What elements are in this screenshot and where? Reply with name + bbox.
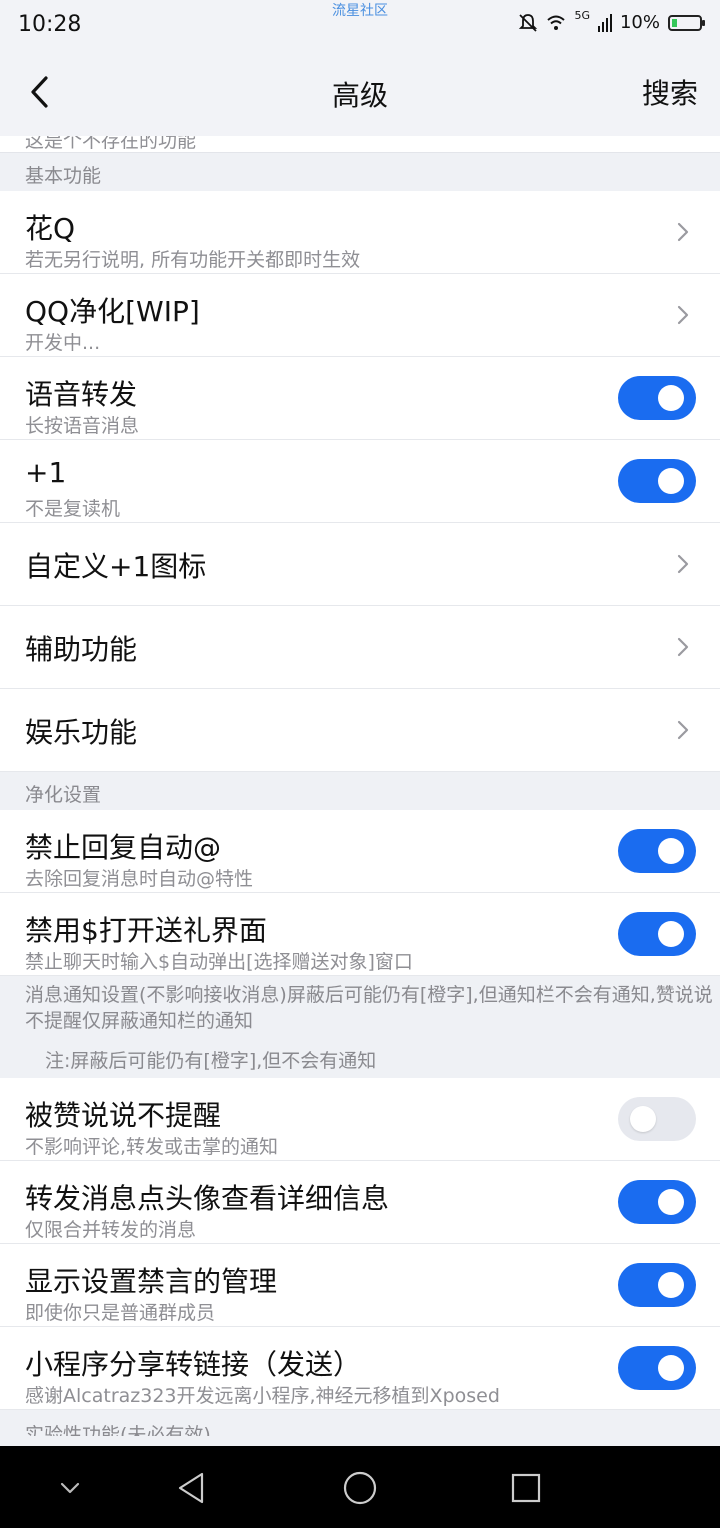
system-nav-bar bbox=[0, 1446, 720, 1528]
toggle-knob bbox=[658, 1189, 684, 1215]
setting-title: 娱乐功能 bbox=[25, 716, 138, 749]
setting-row[interactable]: +1 不是复读机 bbox=[0, 440, 720, 523]
chevron-down-icon[interactable] bbox=[50, 1468, 90, 1508]
chevron-right-icon bbox=[677, 637, 689, 657]
setting-row[interactable]: 显示设置禁言的管理即使你只是普通群成员 bbox=[0, 1244, 720, 1327]
toggle-knob bbox=[658, 1272, 684, 1298]
setting-subtitle: 感谢Alcatraz323开发远离小程序,神经元移植到Xposed bbox=[25, 1385, 500, 1407]
recents-square-icon[interactable] bbox=[506, 1468, 546, 1508]
setting-title: 禁用$打开送礼界面 bbox=[25, 914, 267, 947]
setting-subtitle: 不影响评论,转发或击掌的通知 bbox=[25, 1136, 279, 1158]
peek-text: 这是个不存在的功能 bbox=[25, 136, 197, 152]
notify-items: 被赞说说不提醒不影响评论,转发或击掌的通知转发消息点头像查看详细信息仅限合并转发… bbox=[0, 1078, 720, 1410]
chevron-right-icon bbox=[677, 222, 689, 242]
section-header-basic: 基本功能 bbox=[0, 153, 720, 191]
setting-row[interactable]: 娱乐功能 bbox=[0, 689, 720, 772]
page-title: 高级 bbox=[331, 79, 388, 112]
setting-row[interactable]: 自定义+1图标 bbox=[0, 523, 720, 606]
toggle-switch[interactable] bbox=[618, 1263, 696, 1307]
setting-title: QQ净化[WIP] bbox=[25, 295, 200, 328]
home-circle-icon[interactable] bbox=[340, 1468, 380, 1508]
setting-title: 花Q bbox=[25, 212, 76, 245]
toggle-knob bbox=[658, 385, 684, 411]
setting-row[interactable]: 语音转发长按语音消息 bbox=[0, 357, 720, 440]
search-button[interactable]: 搜索 bbox=[642, 72, 698, 112]
toggle-knob bbox=[630, 1106, 656, 1132]
toggle-switch[interactable] bbox=[618, 376, 696, 420]
toggle-switch[interactable] bbox=[618, 1346, 696, 1390]
peek-row: 这是个不存在的功能 bbox=[0, 136, 720, 153]
toggle-switch[interactable] bbox=[618, 912, 696, 956]
status-bar: 10:28 流星社区 5G 10% bbox=[0, 0, 720, 52]
section-header-purify: 净化设置 bbox=[0, 772, 720, 810]
signal-icon bbox=[597, 13, 612, 32]
setting-row[interactable]: 小程序分享转链接（发送） 感谢Alcatraz323开发远离小程序,神经元移植到X… bbox=[0, 1327, 720, 1410]
setting-subtitle: 开发中... bbox=[25, 332, 101, 354]
setting-row[interactable]: 被赞说说不提醒不影响评论,转发或击掌的通知 bbox=[0, 1078, 720, 1161]
status-icons: 5G 10% bbox=[518, 9, 705, 33]
notification-notice: 消息通知设置(不影响接收消息)屏蔽后可能仍有[橙字],但通知栏不会有通知,赞说说… bbox=[0, 976, 720, 1078]
section-label: 实验性功能(未必有效) bbox=[25, 1424, 211, 1436]
chevron-right-icon bbox=[677, 305, 689, 325]
toggle-knob bbox=[658, 468, 684, 494]
setting-row[interactable]: QQ净化[WIP] 开发中... bbox=[0, 274, 720, 357]
toggle-switch[interactable] bbox=[618, 459, 696, 503]
setting-row[interactable]: 花Q 若无另行说明, 所有功能开关都即时生效 bbox=[0, 191, 720, 274]
toggle-knob bbox=[658, 1355, 684, 1381]
setting-title: 被赞说说不提醒 bbox=[25, 1099, 222, 1132]
chevron-right-icon bbox=[677, 554, 689, 574]
setting-subtitle: 若无另行说明, 所有功能开关都即时生效 bbox=[25, 249, 361, 271]
bell-mute-icon bbox=[519, 13, 538, 32]
back-triangle-icon[interactable] bbox=[172, 1468, 212, 1508]
section-label: 净化设置 bbox=[25, 784, 102, 806]
setting-title: 禁止回复自动@ bbox=[25, 831, 222, 864]
section-header-experimental: 实验性功能(未必有效) bbox=[0, 1410, 720, 1436]
setting-row[interactable]: 禁用$打开送礼界面禁止聊天时输入$自动弹出[选择赠送对象]窗口 bbox=[0, 893, 720, 976]
setting-subtitle: 仅限合并转发的消息 bbox=[25, 1219, 197, 1241]
title-bar: 高级 搜索 bbox=[0, 52, 720, 136]
toggle-knob bbox=[658, 838, 684, 864]
settings-list[interactable]: 这是个不存在的功能 基本功能 花Q 若无另行说明, 所有功能开关都即时生效 QQ净化… bbox=[0, 136, 720, 1436]
setting-title: 显示设置禁言的管理 bbox=[25, 1265, 278, 1298]
setting-title: 辅助功能 bbox=[25, 633, 138, 666]
notice-note: 注:屏蔽后可能仍有[橙字],但不会有通知 bbox=[45, 1050, 377, 1072]
setting-row[interactable]: 转发消息点头像查看详细信息仅限合并转发的消息 bbox=[0, 1161, 720, 1244]
setting-title: 转发消息点头像查看详细信息 bbox=[25, 1182, 390, 1215]
section-label: 基本功能 bbox=[25, 165, 102, 187]
setting-row[interactable]: 禁止回复自动@ 去除回复消息时自动@特性 bbox=[0, 810, 720, 893]
notice-text: 消息通知设置(不影响接收消息)屏蔽后可能仍有[橙字],但通知栏不会有通知,赞说说… bbox=[25, 984, 713, 1032]
setting-row[interactable]: 辅助功能 bbox=[0, 606, 720, 689]
setting-subtitle: 即使你只是普通群成员 bbox=[25, 1302, 216, 1324]
purify-items: 禁止回复自动@ 去除回复消息时自动@特性禁用$打开送礼界面禁止聊天时输入$自动弹出… bbox=[0, 810, 720, 976]
chevron-right-icon bbox=[677, 720, 689, 740]
setting-title: 自定义+1图标 bbox=[25, 550, 207, 583]
setting-subtitle: 长按语音消息 bbox=[25, 415, 140, 437]
setting-subtitle: 禁止聊天时输入$自动弹出[选择赠送对象]窗口 bbox=[25, 951, 413, 973]
setting-title: 语音转发 bbox=[25, 378, 138, 411]
wifi-icon bbox=[547, 15, 566, 30]
basic-items: 花Q 若无另行说明, 所有功能开关都即时生效 QQ净化[WIP] 开发中... 语音转发… bbox=[0, 191, 720, 772]
setting-title: +1 bbox=[25, 456, 67, 489]
setting-title: 小程序分享转链接（发送） bbox=[25, 1348, 362, 1381]
toggle-switch[interactable] bbox=[618, 1097, 696, 1141]
setting-subtitle: 去除回复消息时自动@特性 bbox=[25, 868, 254, 890]
network-type: 5G bbox=[574, 9, 590, 22]
toggle-knob bbox=[658, 921, 684, 947]
battery-icon bbox=[668, 14, 705, 31]
toggle-switch[interactable] bbox=[618, 829, 696, 873]
setting-subtitle: 不是复读机 bbox=[25, 498, 121, 520]
toggle-switch[interactable] bbox=[618, 1180, 696, 1224]
battery-percent: 10% bbox=[619, 12, 660, 33]
